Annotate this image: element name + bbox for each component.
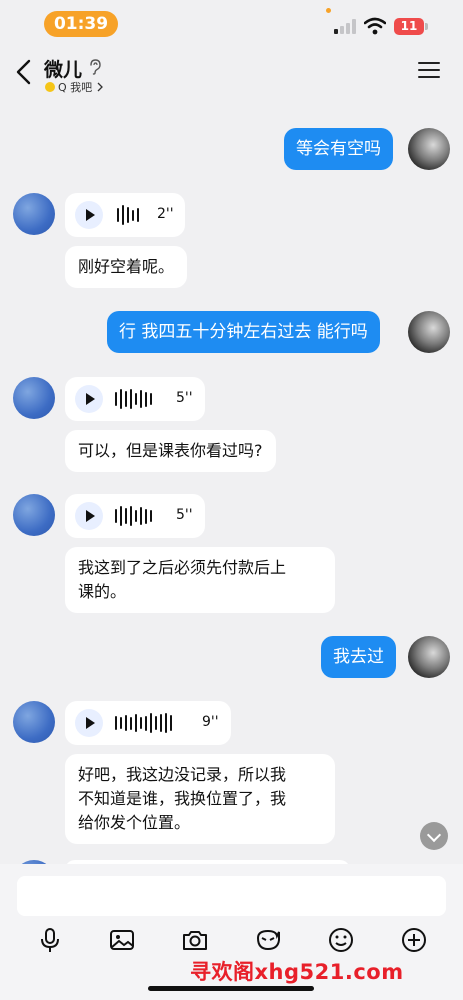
waveform-icon — [115, 506, 152, 526]
my-avatar[interactable] — [408, 636, 450, 678]
status-subline[interactable]: Q 我吧 — [45, 79, 105, 95]
mic-icon[interactable] — [36, 926, 64, 954]
waveform-icon — [117, 205, 139, 225]
message-line: 好吧，我这边没记录，所以我 — [78, 765, 287, 784]
message-line: 给你发个位置。 — [78, 813, 191, 832]
play-icon[interactable] — [75, 709, 103, 737]
voice-message[interactable]: 2'' — [65, 193, 185, 237]
contact-message-bubble[interactable]: 可以，但是课表你看过吗? — [65, 430, 276, 472]
message-line: 不知道是谁，我换位置了，我 — [78, 789, 287, 808]
my-avatar[interactable] — [408, 128, 450, 170]
waveform-icon — [115, 389, 152, 409]
play-icon[interactable] — [75, 502, 103, 530]
wifi-icon — [364, 17, 386, 35]
chat-header: 微儿 Q 我吧 — [0, 46, 463, 98]
my-message-bubble[interactable]: 我去过 — [321, 636, 396, 678]
my-message-bubble[interactable]: 等会有空吗 — [284, 128, 393, 170]
image-icon[interactable] — [108, 926, 136, 954]
menu-button[interactable] — [418, 62, 440, 80]
emoji-icon[interactable] — [327, 926, 355, 954]
ear-icon — [90, 59, 101, 75]
contact-message-bubble[interactable]: 我这到了之后必须先付款后上 课的。 — [65, 547, 335, 613]
play-icon[interactable] — [75, 201, 103, 229]
signal-icon — [334, 19, 358, 34]
message-line: 课的。 — [78, 582, 127, 601]
message-input[interactable] — [17, 876, 446, 916]
voice-message[interactable]: 9'' — [65, 701, 231, 745]
scroll-down-button[interactable] — [420, 822, 448, 850]
contact-avatar[interactable] — [13, 701, 55, 743]
smile-status-icon — [45, 82, 55, 92]
watermark-text: 寻欢阁xhg521.com — [190, 960, 404, 984]
sticker-icon[interactable] — [254, 926, 282, 954]
chevron-right-icon — [97, 82, 104, 92]
waveform-icon — [115, 713, 172, 733]
voice-duration: 9'' — [202, 714, 219, 730]
contact-avatar[interactable] — [13, 193, 55, 235]
plus-icon[interactable] — [400, 926, 428, 954]
voice-message[interactable]: 5'' — [65, 494, 205, 538]
my-avatar[interactable] — [408, 311, 450, 353]
voice-duration: 2'' — [157, 206, 174, 222]
contact-avatar[interactable] — [13, 377, 55, 419]
battery-tip — [425, 23, 428, 30]
contact-name[interactable]: 微儿 — [44, 55, 82, 82]
contact-avatar[interactable] — [13, 494, 55, 536]
voice-message[interactable]: 5'' — [65, 377, 205, 421]
voice-duration: 5'' — [176, 390, 193, 406]
status-bar: 01:39 11 — [0, 0, 463, 46]
home-indicator[interactable] — [148, 986, 314, 991]
status-time: 01:39 — [44, 11, 118, 37]
back-button[interactable] — [12, 58, 36, 86]
contact-message-bubble[interactable]: 刚好空着呢。 — [65, 246, 188, 288]
my-message-bubble[interactable]: 行 我四五十分钟左右过去 能行吗 — [107, 311, 380, 353]
privacy-indicator-dot — [326, 8, 331, 13]
message-line: 我这到了之后必须先付款后上 — [78, 558, 287, 577]
contact-message-bubble[interactable]: 好吧，我这边没记录，所以我 不知道是谁，我换位置了，我 给你发个位置。 — [65, 754, 335, 844]
camera-icon[interactable] — [181, 926, 209, 954]
status-sub-label: Q 我吧 — [58, 81, 93, 94]
voice-duration: 5'' — [176, 507, 193, 523]
play-icon[interactable] — [75, 385, 103, 413]
battery-icon: 11 — [394, 18, 424, 35]
